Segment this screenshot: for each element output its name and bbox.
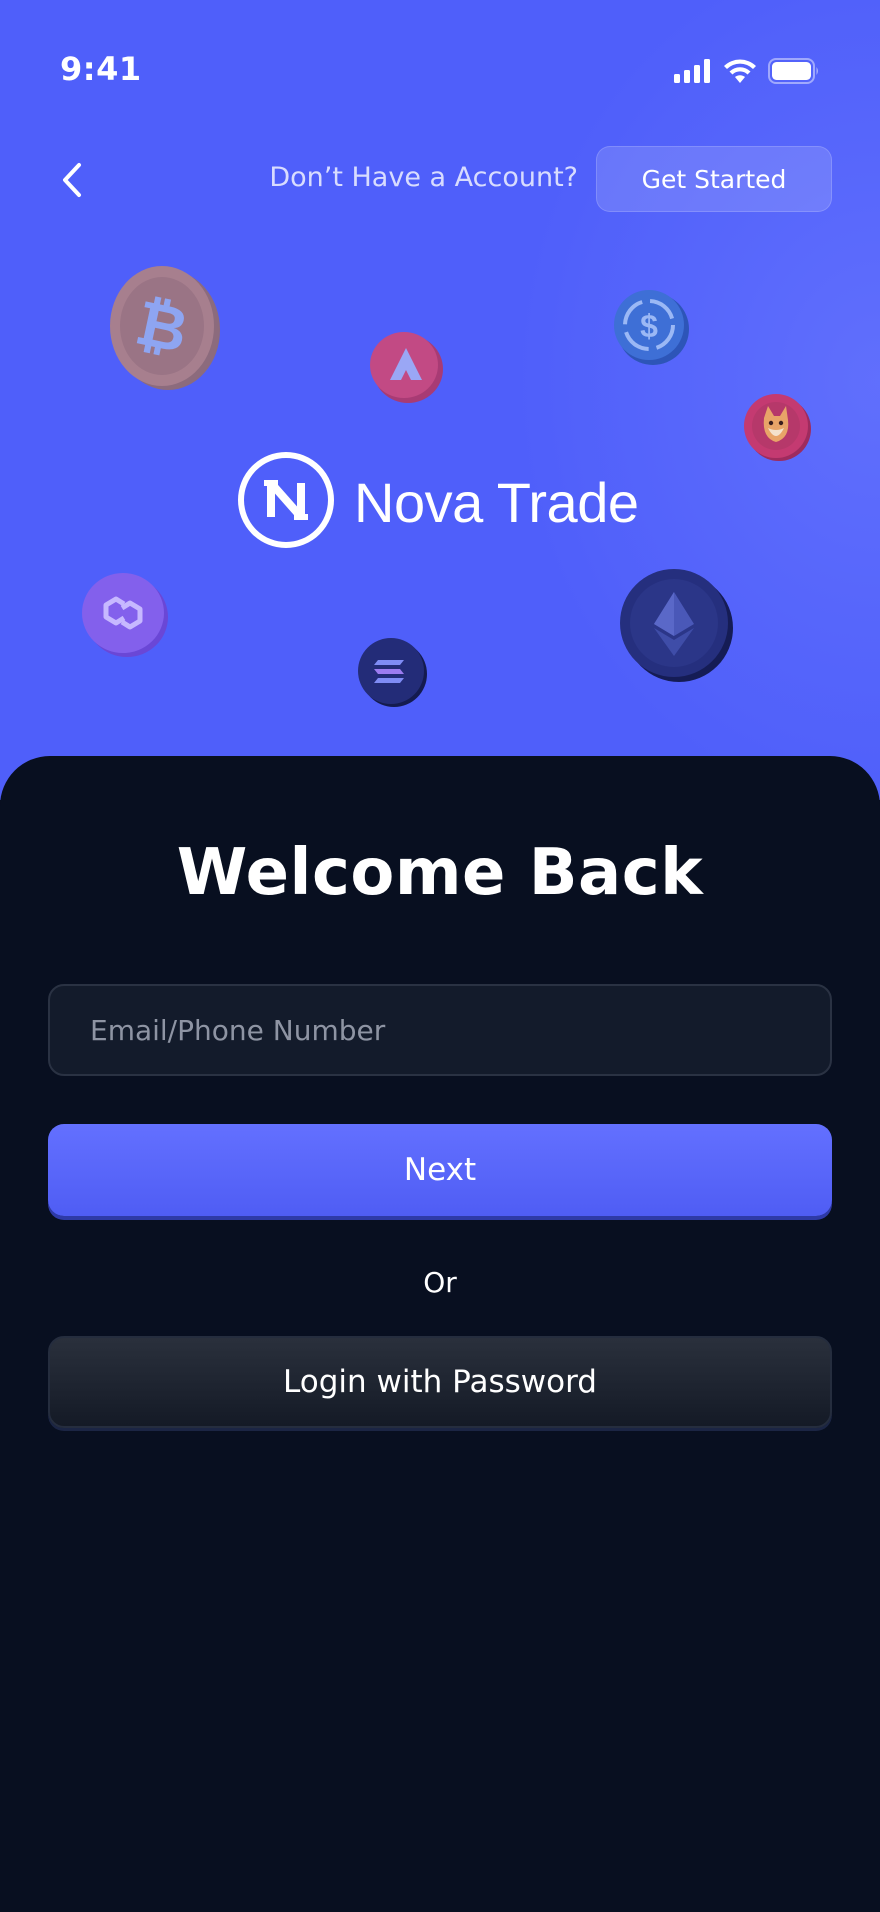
status-icons [674, 58, 820, 88]
hero-banner: 9:41 Don’t Have a Account? Get Started ₿… [0, 0, 880, 800]
login-with-password-button[interactable]: Login with Password [48, 1336, 832, 1428]
brand-name: Nova Trade [354, 470, 639, 534]
welcome-title: Welcome Back [176, 836, 704, 910]
chevron-left-icon [60, 162, 84, 202]
status-bar: 9:41 [0, 0, 880, 120]
nova-trade-logo-icon [236, 450, 336, 554]
login-screen: 9:41 Don’t Have a Account? Get Started ₿… [0, 0, 880, 1912]
bitcoin-coin-icon: ₿ [106, 264, 222, 392]
next-button[interactable]: Next [48, 1124, 832, 1216]
brand-lockup: Nova Trade [236, 452, 639, 552]
status-time: 9:41 [60, 50, 142, 88]
get-started-button[interactable]: Get Started [596, 146, 832, 212]
wifi-icon [724, 59, 756, 87]
polygon-coin-icon [80, 570, 170, 660]
battery-icon [768, 58, 820, 88]
email-phone-input[interactable] [48, 984, 832, 1076]
top-navigation: Don’t Have a Account? Get Started [0, 146, 880, 216]
solana-coin-icon [356, 636, 428, 708]
avalanche-coin-icon [368, 330, 444, 404]
ethereum-coin-icon [616, 566, 734, 684]
shiba-inu-coin-icon [742, 392, 812, 462]
login-panel [0, 756, 880, 1912]
usd-coin-icon: $ [612, 288, 690, 366]
signup-prompt-text: Don’t Have a Account? [269, 162, 578, 193]
cellular-signal-icon [674, 59, 712, 87]
back-button[interactable] [50, 160, 94, 204]
or-divider-text: Or [423, 1266, 457, 1299]
svg-text:$: $ [640, 308, 658, 344]
